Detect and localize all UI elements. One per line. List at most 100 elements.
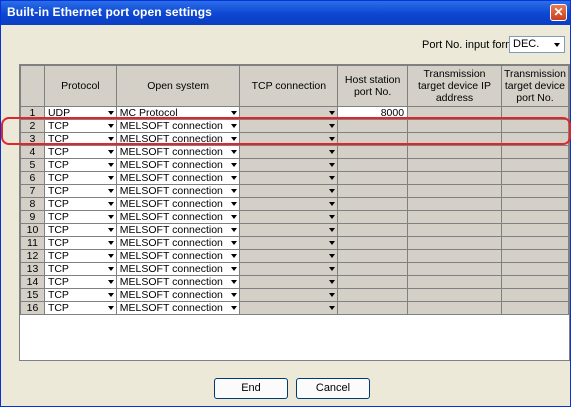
row-number-value: 8 bbox=[29, 198, 36, 210]
cancel-button[interactable]: Cancel bbox=[296, 378, 370, 399]
protocol-select[interactable]: TCP bbox=[43, 119, 117, 133]
target-port-cell bbox=[500, 249, 569, 263]
chevron-down-icon[interactable] bbox=[231, 293, 238, 297]
chevron-down-icon[interactable] bbox=[329, 280, 336, 284]
chevron-down-icon[interactable] bbox=[107, 293, 114, 297]
chevron-down-icon[interactable] bbox=[107, 189, 114, 193]
open-system-select[interactable]: MELSOFT connection bbox=[115, 132, 241, 146]
chevron-down-icon[interactable] bbox=[329, 124, 336, 128]
chevron-down-icon[interactable] bbox=[107, 111, 114, 115]
chevron-down-icon[interactable] bbox=[231, 176, 238, 180]
chevron-down-icon[interactable] bbox=[329, 267, 336, 271]
chevron-down-icon[interactable] bbox=[329, 137, 336, 141]
protocol-select[interactable]: TCP bbox=[43, 301, 117, 315]
protocol-select[interactable]: TCP bbox=[43, 262, 117, 276]
protocol-select[interactable]: TCP bbox=[43, 288, 117, 302]
protocol-select[interactable]: TCP bbox=[43, 275, 117, 289]
protocol-select[interactable]: TCP bbox=[43, 197, 117, 211]
chevron-down-icon[interactable] bbox=[107, 163, 114, 167]
chevron-down-icon[interactable] bbox=[329, 228, 336, 232]
chevron-down-icon[interactable] bbox=[329, 111, 336, 115]
chevron-down-icon[interactable] bbox=[107, 137, 114, 141]
table-row: 12 TCP MELSOFT connection bbox=[20, 249, 569, 263]
open-system-select[interactable]: MELSOFT connection bbox=[115, 236, 241, 250]
open-system-select[interactable]: MELSOFT connection bbox=[115, 210, 241, 224]
open-system-select[interactable]: MELSOFT connection bbox=[115, 145, 241, 159]
chevron-down-icon[interactable] bbox=[107, 124, 114, 128]
table-body: 1 UDP MC Protocol 8000 2 TCP MELSOFT connectio… bbox=[20, 106, 569, 315]
open-system-select[interactable]: MELSOFT connection bbox=[115, 262, 241, 276]
row-number-value: 10 bbox=[26, 224, 39, 236]
chevron-down-icon[interactable] bbox=[231, 111, 238, 115]
protocol-select[interactable]: TCP bbox=[43, 158, 117, 172]
chevron-down-icon[interactable] bbox=[231, 306, 238, 310]
protocol-select[interactable]: TCP bbox=[43, 210, 117, 224]
chevron-down-icon[interactable] bbox=[231, 202, 238, 206]
chevron-down-icon[interactable] bbox=[231, 124, 238, 128]
chevron-down-icon[interactable] bbox=[329, 215, 336, 219]
row-number-value: 14 bbox=[26, 276, 39, 288]
chevron-down-icon[interactable] bbox=[231, 137, 238, 141]
chevron-down-icon[interactable] bbox=[107, 150, 114, 154]
chevron-down-icon[interactable] bbox=[107, 202, 114, 206]
chevron-down-icon[interactable] bbox=[231, 215, 238, 219]
chevron-down-icon[interactable] bbox=[107, 241, 114, 245]
chevron-down-icon[interactable] bbox=[231, 280, 238, 284]
host-port-cell[interactable]: 8000 bbox=[337, 106, 409, 120]
open-system-select[interactable]: MELSOFT connection bbox=[115, 301, 241, 315]
row-number: 16 bbox=[20, 301, 45, 315]
open-system-select[interactable]: MELSOFT connection bbox=[115, 288, 241, 302]
protocol-select[interactable]: TCP bbox=[43, 132, 117, 146]
open-system-select[interactable]: MELSOFT connection bbox=[115, 249, 241, 263]
protocol-select[interactable]: UDP bbox=[43, 106, 117, 120]
chevron-down-icon[interactable] bbox=[107, 176, 114, 180]
chevron-down-icon[interactable] bbox=[231, 228, 238, 232]
chevron-down-icon[interactable] bbox=[231, 189, 238, 193]
chevron-down-icon[interactable] bbox=[329, 254, 336, 258]
close-icon[interactable]: ✕ bbox=[550, 4, 567, 21]
protocol-select[interactable]: TCP bbox=[43, 236, 117, 250]
chevron-down-icon[interactable] bbox=[231, 241, 238, 245]
chevron-down-icon[interactable] bbox=[329, 150, 336, 154]
chevron-down-icon[interactable] bbox=[107, 215, 114, 219]
chevron-down-icon[interactable] bbox=[329, 176, 336, 180]
target-ip-cell bbox=[407, 145, 502, 159]
protocol-select[interactable]: TCP bbox=[43, 184, 117, 198]
open-system-select[interactable]: MELSOFT connection bbox=[115, 119, 241, 133]
chevron-down-icon[interactable] bbox=[231, 254, 238, 258]
chevron-down-icon[interactable] bbox=[329, 241, 336, 245]
chevron-down-icon[interactable] bbox=[329, 163, 336, 167]
chevron-down-icon[interactable] bbox=[107, 306, 114, 310]
protocol-select[interactable]: TCP bbox=[43, 171, 117, 185]
protocol-select[interactable]: TCP bbox=[43, 223, 117, 237]
end-button[interactable]: End bbox=[214, 378, 288, 399]
open-system-select[interactable]: MELSOFT connection bbox=[115, 171, 241, 185]
open-system-select[interactable]: MELSOFT connection bbox=[115, 184, 241, 198]
chevron-down-icon[interactable] bbox=[329, 306, 336, 310]
protocol-select-value: TCP bbox=[47, 289, 69, 301]
open-system-select[interactable]: MELSOFT connection bbox=[115, 223, 241, 237]
protocol-select[interactable]: TCP bbox=[43, 145, 117, 159]
chevron-down-icon[interactable] bbox=[329, 202, 336, 206]
chevron-down-icon[interactable] bbox=[329, 293, 336, 297]
chevron-down-icon[interactable] bbox=[231, 267, 238, 271]
row-number-value: 4 bbox=[29, 146, 36, 158]
chevron-down-icon[interactable] bbox=[107, 280, 114, 284]
port-format-select[interactable]: DEC. bbox=[509, 36, 565, 53]
open-system-select[interactable]: MELSOFT connection bbox=[115, 158, 241, 172]
window-title: Built-in Ethernet port open settings bbox=[7, 5, 212, 19]
chevron-down-icon[interactable] bbox=[550, 37, 564, 52]
chevron-down-icon[interactable] bbox=[231, 163, 238, 167]
open-system-select[interactable]: MELSOFT connection bbox=[115, 197, 241, 211]
protocol-select[interactable]: TCP bbox=[43, 249, 117, 263]
chevron-down-icon[interactable] bbox=[107, 267, 114, 271]
open-system-select[interactable]: MELSOFT connection bbox=[115, 275, 241, 289]
chevron-down-icon[interactable] bbox=[107, 254, 114, 258]
chevron-down-icon[interactable] bbox=[231, 150, 238, 154]
chevron-down-icon[interactable] bbox=[107, 228, 114, 232]
chevron-down-icon[interactable] bbox=[329, 189, 336, 193]
title-bar[interactable]: Built-in Ethernet port open settings ✕ bbox=[1, 1, 570, 25]
host-port-cell bbox=[337, 132, 409, 146]
open-system-select[interactable]: MC Protocol bbox=[115, 106, 241, 120]
table-row: 11 TCP MELSOFT connection bbox=[20, 236, 569, 250]
